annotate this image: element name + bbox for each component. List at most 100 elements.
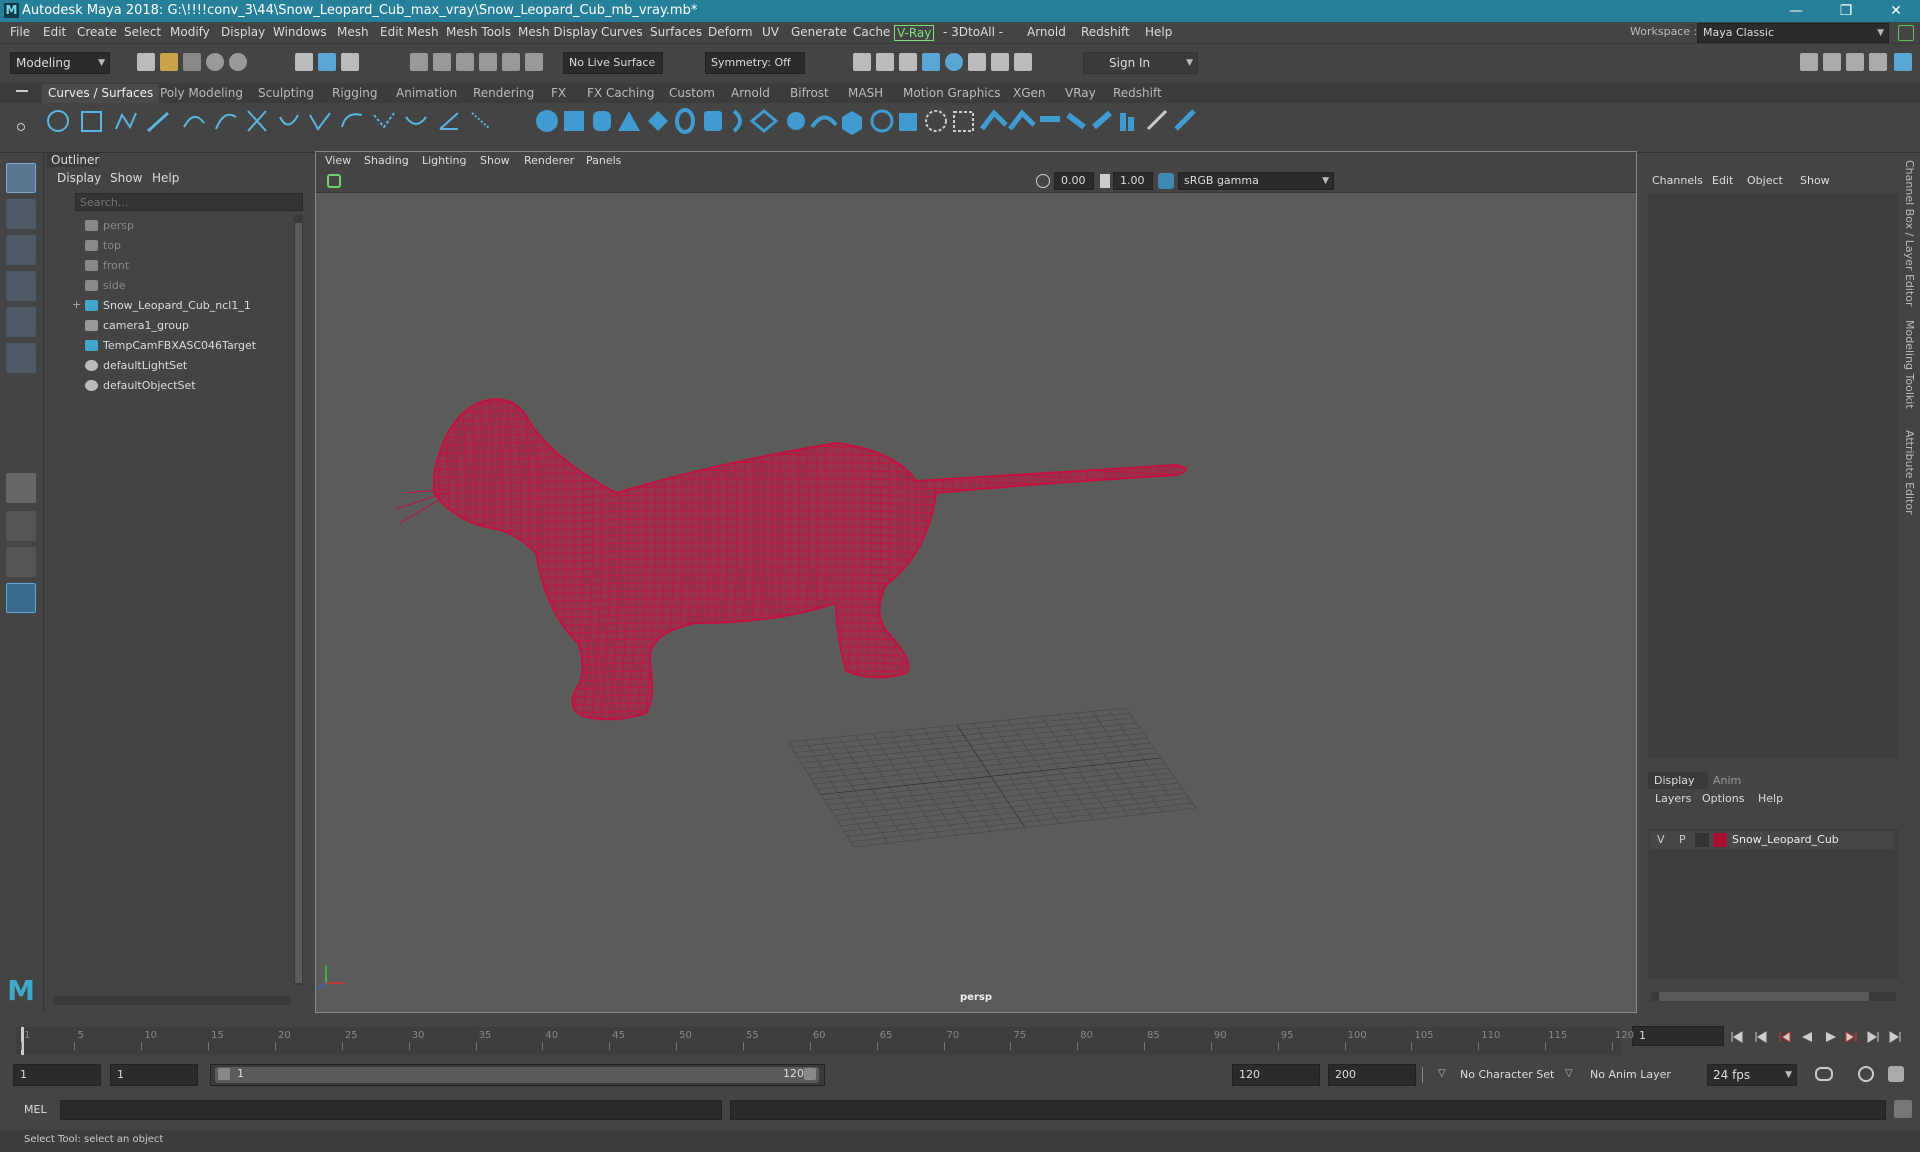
rebuild-surface-icon[interactable] bbox=[1174, 109, 1196, 131]
command-language-label[interactable]: MEL bbox=[24, 1103, 47, 1116]
outliner-item[interactable]: defaultObjectSet bbox=[72, 376, 294, 396]
shelf-tab-fx[interactable]: FX bbox=[551, 86, 566, 100]
viewport-menu-lighting[interactable]: Lighting bbox=[422, 154, 466, 167]
shelf-tab-rigging[interactable]: Rigging bbox=[332, 86, 377, 100]
render-settings-icon[interactable] bbox=[853, 53, 871, 71]
animation-start-field[interactable]: 1 bbox=[13, 1064, 101, 1086]
side-tab-channel-box[interactable]: Channel Box / Layer Editor bbox=[1903, 160, 1916, 307]
workspace-select[interactable]: Maya Classic ▼ bbox=[1697, 23, 1889, 43]
outliner-menu-show[interactable]: Show bbox=[110, 171, 142, 185]
cv-curve-icon[interactable] bbox=[115, 112, 137, 130]
outliner-item[interactable]: defaultLightSet bbox=[72, 356, 294, 376]
animation-end-field[interactable]: 200 bbox=[1328, 1064, 1416, 1086]
detach-surface-icon[interactable] bbox=[1066, 112, 1086, 130]
menu-set-select[interactable]: Modeling ▼ bbox=[10, 52, 110, 74]
rotate-tool-icon[interactable] bbox=[6, 307, 36, 337]
minimize-button[interactable]: — bbox=[1776, 0, 1816, 22]
shelf-options-icon[interactable] bbox=[17, 123, 25, 131]
script-editor-icon[interactable] bbox=[1894, 1100, 1912, 1118]
character-set-label[interactable]: No Character Set bbox=[1460, 1068, 1554, 1081]
range-slider-handle[interactable]: 1 120 bbox=[215, 1067, 819, 1083]
live-surface-field[interactable]: No Live Surface bbox=[563, 52, 663, 74]
playback-start-field[interactable]: 1 bbox=[110, 1064, 198, 1086]
go-to-start-icon[interactable] bbox=[1731, 1031, 1743, 1043]
step-back-key-icon[interactable] bbox=[1755, 1031, 1767, 1043]
intersect-surface-icon[interactable] bbox=[953, 111, 974, 132]
side-tab-attribute-editor[interactable]: Attribute Editor bbox=[1903, 430, 1916, 515]
layer-menu-layers[interactable]: Layers bbox=[1655, 792, 1691, 805]
shelf-tab-sculpting[interactable]: Sculpting bbox=[258, 86, 314, 100]
nurbs-plane-icon[interactable] bbox=[648, 111, 668, 131]
select-tool-icon[interactable] bbox=[6, 163, 36, 193]
restore-button[interactable]: ❐ bbox=[1826, 0, 1866, 22]
outliner-vertical-scrollbar[interactable] bbox=[294, 215, 303, 985]
menu-uv[interactable]: UV bbox=[762, 25, 779, 39]
offset-curve-icon[interactable] bbox=[405, 116, 427, 125]
smooth-curve-icon[interactable] bbox=[471, 112, 491, 130]
snap-curve-icon[interactable] bbox=[433, 53, 451, 71]
outliner-item[interactable]: front bbox=[72, 256, 294, 276]
outliner-item[interactable]: side bbox=[72, 276, 294, 296]
render-frame-icon[interactable] bbox=[876, 53, 894, 71]
shelf-tab-rendering[interactable]: Rendering bbox=[473, 86, 534, 100]
range-start-grip[interactable] bbox=[218, 1068, 230, 1080]
snap-plane-icon[interactable] bbox=[479, 53, 497, 71]
new-scene-icon[interactable] bbox=[137, 53, 155, 71]
character-set-chevron-icon[interactable]: ▽ bbox=[1438, 1068, 1446, 1079]
render-view-icon[interactable] bbox=[945, 53, 963, 71]
command-input[interactable] bbox=[60, 1100, 722, 1120]
attach-curve-icon[interactable] bbox=[309, 112, 331, 131]
menu-cache[interactable]: Cache bbox=[853, 25, 890, 39]
arnold-render-icon[interactable] bbox=[991, 53, 1009, 71]
shelf-tab-vray[interactable]: VRay bbox=[1065, 86, 1096, 100]
playback-end-field[interactable]: 120 bbox=[1232, 1064, 1320, 1086]
outliner-search-field[interactable] bbox=[75, 193, 303, 211]
tool-settings-icon[interactable] bbox=[1869, 53, 1887, 71]
shelf-tab-custom[interactable]: Custom bbox=[669, 86, 715, 100]
menu-mesh[interactable]: Mesh bbox=[337, 25, 369, 39]
planar-icon[interactable] bbox=[749, 109, 779, 133]
menu-help[interactable]: Help bbox=[1145, 25, 1172, 39]
layer-type-toggle[interactable] bbox=[1695, 833, 1709, 847]
select-camera-icon[interactable] bbox=[327, 174, 341, 188]
untrim-icon[interactable] bbox=[1008, 109, 1036, 131]
channel-menu-object[interactable]: Object bbox=[1747, 174, 1783, 187]
layer-row[interactable]: V P Snow_Leopard_Cub bbox=[1650, 831, 1894, 849]
loop-icon[interactable] bbox=[1815, 1067, 1833, 1081]
lasso-tool-icon[interactable] bbox=[6, 199, 36, 229]
project-curve-icon[interactable] bbox=[925, 110, 947, 132]
range-end-grip[interactable] bbox=[804, 1068, 816, 1080]
current-frame-field[interactable]: 1 bbox=[1632, 1026, 1724, 1046]
outliner-item[interactable]: camera1_group bbox=[72, 316, 294, 336]
curve-intersect-icon[interactable] bbox=[247, 110, 267, 132]
snow-leopard-wireframe-mesh[interactable] bbox=[395, 374, 1216, 733]
two-view-layout-icon[interactable] bbox=[6, 547, 36, 577]
select-component-icon[interactable] bbox=[341, 53, 359, 71]
scale-tool-icon[interactable] bbox=[6, 343, 36, 373]
nurbs-circle-icon[interactable] bbox=[47, 110, 69, 132]
menu-display[interactable]: Display bbox=[221, 25, 265, 39]
play-forward-icon[interactable] bbox=[1826, 1032, 1836, 1042]
menu-edit-mesh[interactable]: Edit Mesh bbox=[380, 25, 439, 39]
anim-layer-chevron-icon[interactable]: ▽ bbox=[1565, 1068, 1573, 1079]
layer-color-swatch[interactable] bbox=[1713, 833, 1727, 847]
menu-windows[interactable]: Windows bbox=[273, 25, 327, 39]
boundary-icon[interactable] bbox=[842, 111, 862, 135]
snap-view-icon[interactable] bbox=[525, 53, 543, 71]
channel-menu-edit[interactable]: Edit bbox=[1712, 174, 1733, 187]
birail-icon[interactable] bbox=[810, 115, 838, 129]
outliner-menu-help[interactable]: Help bbox=[152, 171, 179, 185]
viewport-panel[interactable]: View Shading Lighting Show Renderer Pane… bbox=[315, 151, 1637, 1013]
menu-modify[interactable]: Modify bbox=[170, 25, 210, 39]
shelf-tab-animation[interactable]: Animation bbox=[396, 86, 457, 100]
shelf-tab-xgen[interactable]: XGen bbox=[1013, 86, 1046, 100]
select-object-icon[interactable] bbox=[318, 53, 336, 71]
nurbs-cone-icon[interactable] bbox=[618, 111, 640, 131]
sculpt-geometry-icon[interactable] bbox=[1146, 109, 1168, 131]
shelf-tab-poly-modeling[interactable]: Poly Modeling bbox=[160, 86, 243, 100]
rebuild-curve-icon[interactable] bbox=[373, 112, 395, 129]
square-surface-icon[interactable] bbox=[870, 109, 894, 133]
move-tool-icon[interactable] bbox=[6, 271, 36, 301]
layer-visibility-toggle[interactable]: V bbox=[1657, 833, 1665, 846]
channel-menu-show[interactable]: Show bbox=[1800, 174, 1830, 187]
